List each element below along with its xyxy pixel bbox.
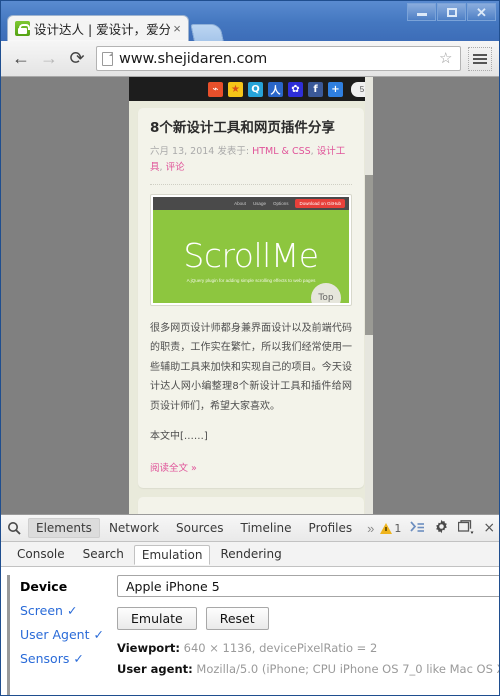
qzone-icon[interactable]: Q xyxy=(248,81,263,97)
emulation-sidebar-useragent[interactable]: User Agent ✓ xyxy=(20,623,117,647)
screenshot-nav: About Usage Options Download on GitHub xyxy=(153,196,349,210)
screenshot-top-button: Top xyxy=(311,282,341,303)
browser-toolbar: ← → ⟳ www.shejidaren.com ☆ xyxy=(1,41,499,77)
screenshot-logo: ScrollMe xyxy=(183,236,319,275)
tab-close-icon[interactable]: × xyxy=(170,22,184,36)
more-tabs-button[interactable]: » xyxy=(361,521,380,536)
check-icon: ✓ xyxy=(93,627,104,642)
chrome-menu-button[interactable] xyxy=(468,46,492,71)
drawer-tab-emulation[interactable]: Emulation xyxy=(133,544,211,565)
post-category-3[interactable]: 评论 xyxy=(166,162,185,173)
tab-timeline[interactable]: Timeline xyxy=(233,518,300,538)
title-bar: ✕ 设计达人 | 爱设计，爱分 × xyxy=(1,1,499,41)
facebook-icon[interactable]: f xyxy=(308,81,323,97)
emulate-button[interactable]: Emulate xyxy=(117,607,197,630)
emulation-sidebar-device[interactable]: Device xyxy=(20,575,117,599)
warning-badge[interactable]: 1 xyxy=(380,522,401,535)
useragent-info-row: User agent: Mozilla/5.0 (iPhone; CPU iPh… xyxy=(117,662,499,676)
emulation-content: Apple iPhone 5 ▼ Emulate Reset Viewport:… xyxy=(117,575,499,695)
useragent-value: Mozilla/5.0 (iPhone; CPU iPhone OS 7_0 l… xyxy=(196,662,499,676)
settings-gear-icon[interactable] xyxy=(434,519,449,537)
drawer-tab-console[interactable]: Console xyxy=(9,544,73,564)
emulation-sidebar-sensors[interactable]: Sensors ✓ xyxy=(20,647,117,671)
inspect-search-icon[interactable] xyxy=(7,521,21,535)
browser-tab[interactable]: 设计达人 | 爱设计，爱分 × xyxy=(7,15,189,41)
back-button[interactable]: ← xyxy=(8,46,34,72)
screenshot-nav-usage: Usage xyxy=(252,200,266,206)
post-category-1[interactable]: HTML & CSS xyxy=(252,146,311,157)
page-scrollbar[interactable] xyxy=(365,77,373,514)
warning-triangle-icon xyxy=(380,522,393,534)
screenshot-nav-about: About xyxy=(234,200,246,206)
console-drawer-icon[interactable] xyxy=(410,520,425,536)
device-select[interactable]: Apple iPhone 5 ▼ xyxy=(117,575,499,597)
site-body: 8个新设计工具和网页插件分享 六月 13, 2014 发表于: HTML & C… xyxy=(129,108,373,514)
viewport-label: Viewport: xyxy=(117,641,180,655)
post-card: 8个新设计工具和网页插件分享 六月 13, 2014 发表于: HTML & C… xyxy=(138,108,364,488)
post-date: 六月 13, 2014 发表于: xyxy=(150,146,250,158)
drawer-tab-list: Console Search Emulation Rendering xyxy=(1,542,499,567)
post-excerpt: 本文中[……] xyxy=(150,431,208,442)
tab-network[interactable]: Network xyxy=(101,518,167,538)
devtools-toolbar: Elements Network Sources Timeline Profil… xyxy=(1,515,499,542)
emulation-buttons: Emulate Reset xyxy=(117,607,499,630)
weibo-icon[interactable]: ★ xyxy=(228,81,243,97)
tab-elements[interactable]: Elements xyxy=(28,518,100,538)
tab-sources[interactable]: Sources xyxy=(168,518,231,538)
tab-title: 设计达人 | 爱设计，爱分 xyxy=(34,22,170,37)
drawer-tab-rendering[interactable]: Rendering xyxy=(212,544,289,564)
devtools-tab-list: Elements Network Sources Timeline Profil… xyxy=(28,518,380,538)
emulation-info: Viewport: 640 × 1136, devicePixelRatio =… xyxy=(117,641,499,676)
new-tab-button[interactable] xyxy=(190,24,224,41)
page-area: ⌁ ★ Q 人 ✿ f + 5 8个新设计工具和网页插件分享 六月 13, 20… xyxy=(1,77,499,514)
emulation-sidebar-screen-label: Screen xyxy=(20,603,63,618)
drawer-tab-search[interactable]: Search xyxy=(75,544,132,564)
screenshot-hero: ScrollMe A jQuery plugin for adding simp… xyxy=(153,209,349,303)
emulation-sidebar: Device Screen ✓ User Agent ✓ Sensors ✓ xyxy=(7,575,117,695)
devtools-panel: Elements Network Sources Timeline Profil… xyxy=(1,514,499,695)
emulation-sidebar-useragent-label: User Agent xyxy=(20,627,90,642)
favicon-icon xyxy=(15,21,30,36)
device-select-value: Apple iPhone 5 xyxy=(126,578,220,594)
dock-position-icon[interactable] xyxy=(458,519,474,537)
post-title: 8个新设计工具和网页插件分享 xyxy=(150,120,335,136)
forward-button[interactable]: → xyxy=(36,46,62,72)
address-bar[interactable]: www.shejidaren.com ☆ xyxy=(96,46,461,71)
devtools-toolbar-actions: 1 × xyxy=(380,519,497,537)
post-screenshot[interactable]: About Usage Options Download on GitHub S… xyxy=(150,193,352,306)
check-icon: ✓ xyxy=(73,651,84,666)
post-meta: 六月 13, 2014 发表于: HTML & CSS, 设计工具, 评论 xyxy=(150,144,352,185)
read-more-link[interactable]: 阅读全文 » xyxy=(150,460,352,474)
emulation-sidebar-sensors-label: Sensors xyxy=(20,651,70,666)
googleplus-icon[interactable]: + xyxy=(328,81,343,97)
screenshot-tagline: A jQuery plugin for adding simple scroll… xyxy=(186,278,316,283)
rss-icon[interactable]: ⌁ xyxy=(208,81,223,97)
reset-button[interactable]: Reset xyxy=(205,607,269,630)
emulation-panel: Device Screen ✓ User Agent ✓ Sensors ✓ A… xyxy=(1,567,499,695)
post-body: 很多网页设计师都身兼界面设计以及前端代码的职责，工作实在繁忙，所以我们经常使用一… xyxy=(150,322,352,412)
renren-icon[interactable]: 人 xyxy=(268,81,283,97)
viewport-value: 640 × 1136, devicePixelRatio = 2 xyxy=(183,641,378,655)
emulation-sidebar-screen[interactable]: Screen ✓ xyxy=(20,599,117,623)
reload-button[interactable]: ⟳ xyxy=(64,46,90,72)
viewport-info-row: Viewport: 640 × 1136, devicePixelRatio =… xyxy=(117,641,499,655)
social-bar: ⌁ ★ Q 人 ✿ f + 5 xyxy=(129,77,373,101)
useragent-label: User agent: xyxy=(117,662,193,676)
page-info-icon[interactable] xyxy=(102,51,113,66)
devtools-close-icon[interactable]: × xyxy=(483,521,495,535)
check-icon: ✓ xyxy=(66,603,78,618)
tab-profiles[interactable]: Profiles xyxy=(301,518,361,538)
tab-strip: 设计达人 | 爱设计，爱分 × xyxy=(1,14,499,41)
url-text: www.shejidaren.com xyxy=(119,50,268,67)
bookmark-star-icon[interactable]: ☆ xyxy=(439,51,455,66)
emulated-viewport[interactable]: ⌁ ★ Q 人 ✿ f + 5 8个新设计工具和网页插件分享 六月 13, 20… xyxy=(129,77,373,514)
next-post-card xyxy=(138,496,364,514)
baidu-icon[interactable]: ✿ xyxy=(288,81,303,97)
browser-window: ✕ 设计达人 | 爱设计，爱分 × ← → ⟳ www.shejidaren.c… xyxy=(0,0,500,696)
screenshot-inner: About Usage Options Download on GitHub S… xyxy=(153,196,349,303)
screenshot-nav-options: Options xyxy=(272,200,289,206)
warning-count: 1 xyxy=(394,521,402,535)
screenshot-github-button: Download on GitHub xyxy=(295,198,345,208)
